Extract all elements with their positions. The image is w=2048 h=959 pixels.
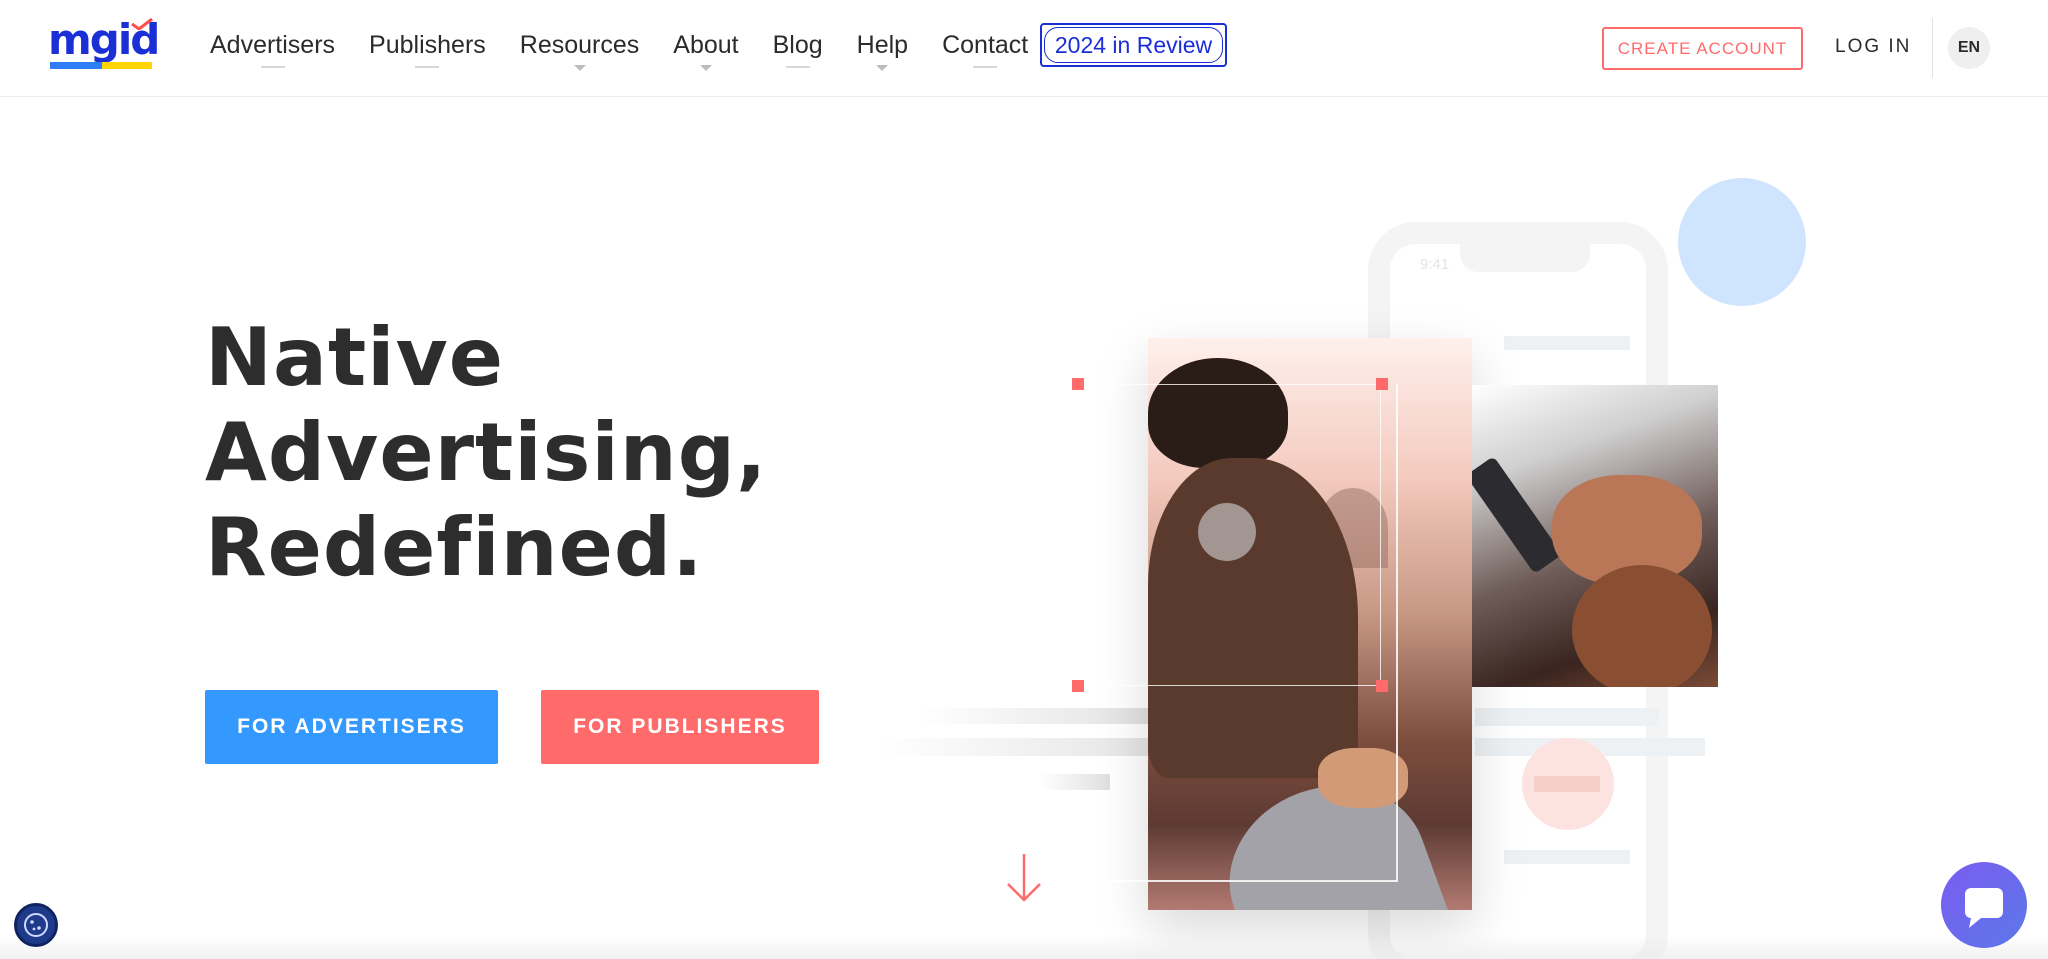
placeholder-bar xyxy=(1475,708,1659,726)
year-in-review-link[interactable]: 2024 in Review xyxy=(1040,23,1227,67)
chat-widget-button[interactable] xyxy=(1941,862,2027,948)
nav-advertisers-label: Advertisers xyxy=(210,31,336,59)
nav-about[interactable]: About xyxy=(673,28,739,71)
placeholder-bar xyxy=(1504,850,1630,864)
nav-blog-label: Blog xyxy=(772,31,823,59)
phone-time: 9:41 xyxy=(1420,256,1450,273)
hero-title-line-1: Native xyxy=(205,311,505,404)
nav-about-label: About xyxy=(673,31,739,59)
hero-title-line-2: Advertising, xyxy=(205,406,768,499)
main-nav: Advertisers Publishers Resources About B… xyxy=(210,28,1062,71)
for-advertisers-button[interactable]: FOR ADVERTISERS xyxy=(205,690,498,764)
caret-down-icon xyxy=(573,65,586,71)
site-header: mgid Advertisers Publishers Resources Ab… xyxy=(0,0,2048,97)
nav-contact-label: Contact xyxy=(942,31,1029,59)
login-button[interactable]: LOG IN xyxy=(1835,36,1911,58)
logo-bar-yellow xyxy=(102,62,152,69)
header-divider xyxy=(1932,18,1933,78)
hero-title: Native Advertising, Redefined. xyxy=(205,310,905,595)
nav-contact[interactable]: Contact xyxy=(942,28,1029,68)
placeholder-bar xyxy=(1504,336,1630,350)
caret-down-icon xyxy=(876,65,889,71)
arrow-down-icon[interactable] xyxy=(1004,852,1044,904)
nav-help[interactable]: Help xyxy=(856,28,909,71)
language-selector[interactable]: EN xyxy=(1948,27,1990,69)
nav-underline xyxy=(973,66,998,68)
create-account-button[interactable]: CREATE ACCOUNT xyxy=(1602,27,1803,70)
logo-check-icon xyxy=(131,18,153,30)
logo-bar-blue xyxy=(50,62,102,69)
nav-publishers-label: Publishers xyxy=(369,31,486,59)
nav-underline xyxy=(415,66,440,68)
nav-resources-label: Resources xyxy=(519,31,640,59)
mgid-logo[interactable]: mgid xyxy=(48,18,160,70)
decorative-blue-circle xyxy=(1678,178,1806,306)
cookie-settings-button[interactable] xyxy=(14,903,58,947)
nav-resources[interactable]: Resources xyxy=(519,28,640,71)
hero-photo-phone-hand xyxy=(1472,385,1718,687)
nav-help-label: Help xyxy=(856,31,909,59)
phone-notch xyxy=(1460,230,1590,272)
frame-handle xyxy=(1376,680,1388,692)
nav-underline xyxy=(260,66,285,68)
section-shadow xyxy=(0,935,2048,959)
photo-phone-shape xyxy=(1472,456,1563,574)
nav-blog[interactable]: Blog xyxy=(772,28,823,68)
frame-handle xyxy=(1376,378,1388,390)
chat-bubble-icon xyxy=(1965,888,2003,928)
for-publishers-button[interactable]: FOR PUBLISHERS xyxy=(541,690,819,764)
placeholder-bar xyxy=(1534,776,1600,792)
cookie-icon xyxy=(24,913,48,937)
frame-handle xyxy=(1072,378,1084,390)
photo-pot xyxy=(1572,565,1712,687)
selection-frame-outer xyxy=(1076,384,1398,882)
nav-underline xyxy=(785,66,810,68)
caret-down-icon xyxy=(699,65,712,71)
hero-illustration: 9:41 xyxy=(880,160,1900,959)
frame-handle xyxy=(1072,680,1084,692)
nav-publishers[interactable]: Publishers xyxy=(369,28,486,68)
nav-advertisers[interactable]: Advertisers xyxy=(210,28,336,68)
hero-title-line-3: Redefined. xyxy=(205,501,704,594)
